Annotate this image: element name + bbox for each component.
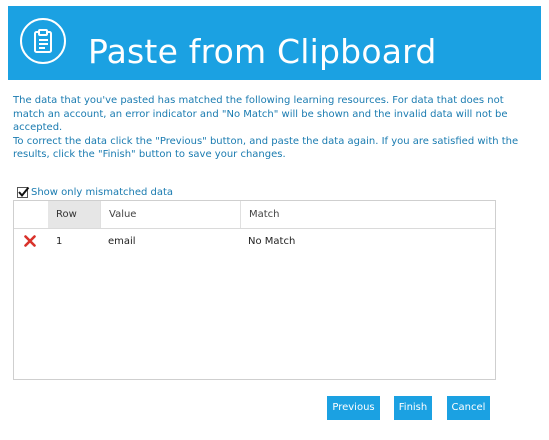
results-grid: Row Value Match 1 email No Match	[13, 200, 496, 380]
cancel-button[interactable]: Cancel	[447, 396, 490, 420]
mismatch-filter[interactable]: Show only mismatched data	[17, 184, 173, 200]
column-header-value[interactable]: Value	[100, 201, 240, 228]
cell-row-number: 1	[56, 236, 63, 247]
dialog-title: Paste from Clipboard	[88, 32, 437, 71]
finish-button[interactable]: Finish	[394, 396, 432, 420]
column-header-match[interactable]: Match	[240, 201, 495, 228]
dialog-header: Paste from Clipboard	[8, 6, 541, 80]
instructions-paragraph-1: The data that you've pasted has matched …	[13, 95, 508, 133]
clipboard-icon	[20, 18, 66, 64]
mismatch-filter-checkbox[interactable]	[17, 186, 30, 198]
cell-match-status: No Match	[248, 236, 296, 247]
error-x-icon	[22, 228, 42, 256]
cell-value: email	[108, 236, 136, 247]
instructions-text: The data that you've pasted has matched …	[13, 94, 535, 162]
instructions-paragraph-2: To correct the data click the "Previous"…	[13, 135, 519, 161]
previous-button[interactable]: Previous	[327, 396, 380, 420]
column-header-row[interactable]: Row	[48, 201, 100, 228]
mismatch-filter-label[interactable]: Show only mismatched data	[31, 187, 173, 198]
grid-header: Row Value Match	[14, 201, 495, 229]
table-row[interactable]: 1 email No Match	[14, 228, 495, 256]
